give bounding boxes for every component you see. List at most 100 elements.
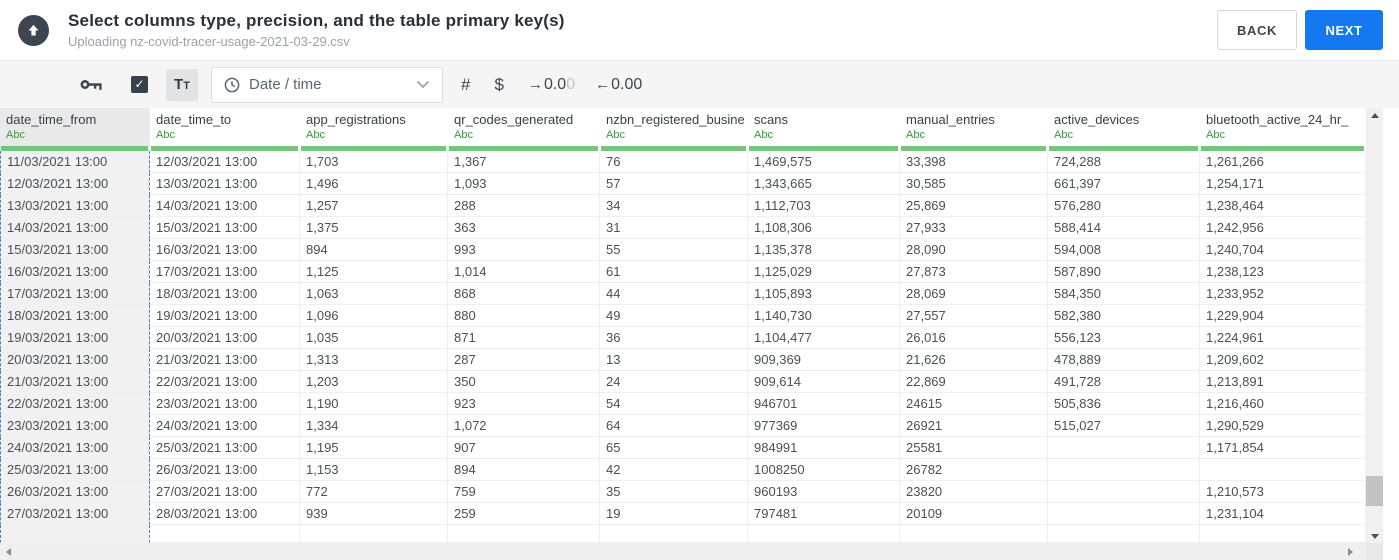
table-cell: 1,233,952 — [1200, 283, 1366, 305]
next-button[interactable]: NEXT — [1305, 10, 1383, 50]
column-header-scans[interactable]: scans Abc — [748, 108, 900, 151]
upload-icon — [18, 14, 49, 46]
table-cell — [1200, 459, 1366, 481]
table-cell: 288 — [448, 195, 600, 217]
currency-type-button[interactable]: $ — [494, 75, 503, 95]
table-cell: 26921 — [900, 415, 1048, 437]
scroll-down-arrow[interactable] — [1366, 529, 1383, 543]
column-type-label: Abc — [454, 129, 473, 141]
table-cell: 909,369 — [748, 349, 900, 371]
triangle-up-icon — [1370, 112, 1379, 118]
table-cell: 491,728 — [1048, 371, 1200, 393]
table-cell: 363 — [448, 217, 600, 239]
table-cell: 1,072 — [448, 415, 600, 437]
scroll-up-arrow[interactable] — [1366, 108, 1383, 122]
table-cell: 515,027 — [1048, 415, 1200, 437]
decrease-decimal-button[interactable]: ← 0.00 — [595, 76, 642, 94]
table-cell: 984991 — [748, 437, 900, 459]
column-type-value: Date / time — [249, 76, 322, 93]
table-cell: 871 — [448, 327, 600, 349]
vertical-scroll-thumb[interactable] — [1366, 476, 1383, 506]
table-row: 20/03/2021 13:00 21/03/2021 13:00 1,313 287… — [0, 349, 1399, 371]
column-type-label: Abc — [306, 129, 325, 141]
include-column-checkbox[interactable]: ✓ — [131, 76, 148, 93]
increase-decimal-button[interactable]: → 0.0 0 — [528, 76, 575, 94]
table-cell: 594,008 — [1048, 239, 1200, 261]
table-cell: 20109 — [900, 503, 1048, 525]
table-cell: 1,334 — [300, 415, 448, 437]
table-cell: 16/03/2021 13:00 — [150, 239, 300, 261]
table-cell: 22/03/2021 13:00 — [0, 393, 150, 415]
table-cell: 30,585 — [900, 173, 1048, 195]
table-cell: 772 — [300, 481, 448, 503]
clock-icon — [224, 77, 240, 92]
column-header-date_time_from[interactable]: date_time_from Abc — [0, 108, 150, 151]
table-cell: 49 — [600, 305, 748, 327]
table-cell: 1,190 — [300, 393, 448, 415]
table-cell: 54 — [600, 393, 748, 415]
wizard-titles: Select columns type, precision, and the … — [68, 11, 1217, 49]
column-name: active_devices — [1054, 112, 1140, 127]
table-cell: 17/03/2021 13:00 — [0, 283, 150, 305]
table-cell: 26/03/2021 13:00 — [0, 481, 150, 503]
primary-key-button[interactable] — [80, 77, 103, 92]
table-cell: 21/03/2021 13:00 — [150, 349, 300, 371]
table-cell: 1,229,904 — [1200, 305, 1366, 327]
table-cell: 44 — [600, 283, 748, 305]
column-type-dropdown[interactable]: Date / time — [211, 66, 443, 103]
table-cell — [0, 525, 150, 543]
table-cell: 1,257 — [300, 195, 448, 217]
table-cell: 661,397 — [1048, 173, 1200, 195]
column-header-nzbn_registered_busine[interactable]: nzbn_registered_busine Abc — [600, 108, 748, 151]
decrease-decimal-label: 0.00 — [611, 75, 643, 93]
table-cell: 1,213,891 — [1200, 371, 1366, 393]
column-type-label: Abc — [156, 129, 175, 141]
column-type-label: Abc — [754, 129, 773, 141]
column-header-date_time_to[interactable]: date_time_to Abc — [150, 108, 300, 151]
column-header-app_registrations[interactable]: app_registrations Abc — [300, 108, 448, 151]
table-cell: 582,380 — [1048, 305, 1200, 327]
column-name: manual_entries — [906, 112, 995, 127]
table-cell: 993 — [448, 239, 600, 261]
table-cell: 1,125 — [300, 261, 448, 283]
triangle-down-icon — [1370, 533, 1379, 539]
table-cell: 65 — [600, 437, 748, 459]
column-name: scans — [754, 112, 788, 127]
column-header-qr_codes_generated[interactable]: qr_codes_generated Abc — [448, 108, 600, 151]
table-cell: 1,203 — [300, 371, 448, 393]
text-type-button[interactable]: Tt — [166, 68, 198, 101]
column-type-label: Abc — [1054, 129, 1073, 141]
table-cell: 1,108,306 — [748, 217, 900, 239]
table-row: 27/03/2021 13:00 28/03/2021 13:00 939 259 19… — [0, 503, 1399, 525]
column-header-active_devices[interactable]: active_devices Abc — [1048, 108, 1200, 151]
table-row: 19/03/2021 13:00 20/03/2021 13:00 1,035 871… — [0, 327, 1399, 349]
table-cell: 1008250 — [748, 459, 900, 481]
table-cell: 13 — [600, 349, 748, 371]
table-cell: 1,254,171 — [1200, 173, 1366, 195]
table-cell: 18/03/2021 13:00 — [0, 305, 150, 327]
scroll-left-arrow[interactable] — [0, 543, 16, 560]
column-header-bluetooth_active_24_hr_[interactable]: bluetooth_active_24_hr_ Abc — [1200, 108, 1366, 151]
table-cell: 14/03/2021 13:00 — [150, 195, 300, 217]
column-name: qr_codes_generated — [454, 112, 574, 127]
table-cell: 26,016 — [900, 327, 1048, 349]
table-row: 15/03/2021 13:00 16/03/2021 13:00 894 993 55… — [0, 239, 1399, 261]
table-cell: 13/03/2021 13:00 — [0, 195, 150, 217]
table-cell: 27/03/2021 13:00 — [0, 503, 150, 525]
increase-decimal-label: 0.0 — [543, 75, 567, 93]
table-cell: 797481 — [748, 503, 900, 525]
table-cell: 15/03/2021 13:00 — [150, 217, 300, 239]
table-cell: 1,014 — [448, 261, 600, 283]
vertical-scrollbar[interactable] — [1366, 108, 1383, 543]
scroll-right-arrow[interactable] — [1342, 543, 1358, 560]
column-header-manual_entries[interactable]: manual_entries Abc — [900, 108, 1048, 151]
table-cell: 1,313 — [300, 349, 448, 371]
table-cell: 1,242,956 — [1200, 217, 1366, 239]
number-type-button[interactable]: # — [461, 75, 470, 95]
table-cell: 1,231,104 — [1200, 503, 1366, 525]
table-cell — [1200, 525, 1366, 543]
back-button[interactable]: BACK — [1217, 10, 1297, 50]
horizontal-scrollbar[interactable] — [0, 543, 1366, 560]
table-cell: 1,238,123 — [1200, 261, 1366, 283]
table-cell: 556,123 — [1048, 327, 1200, 349]
